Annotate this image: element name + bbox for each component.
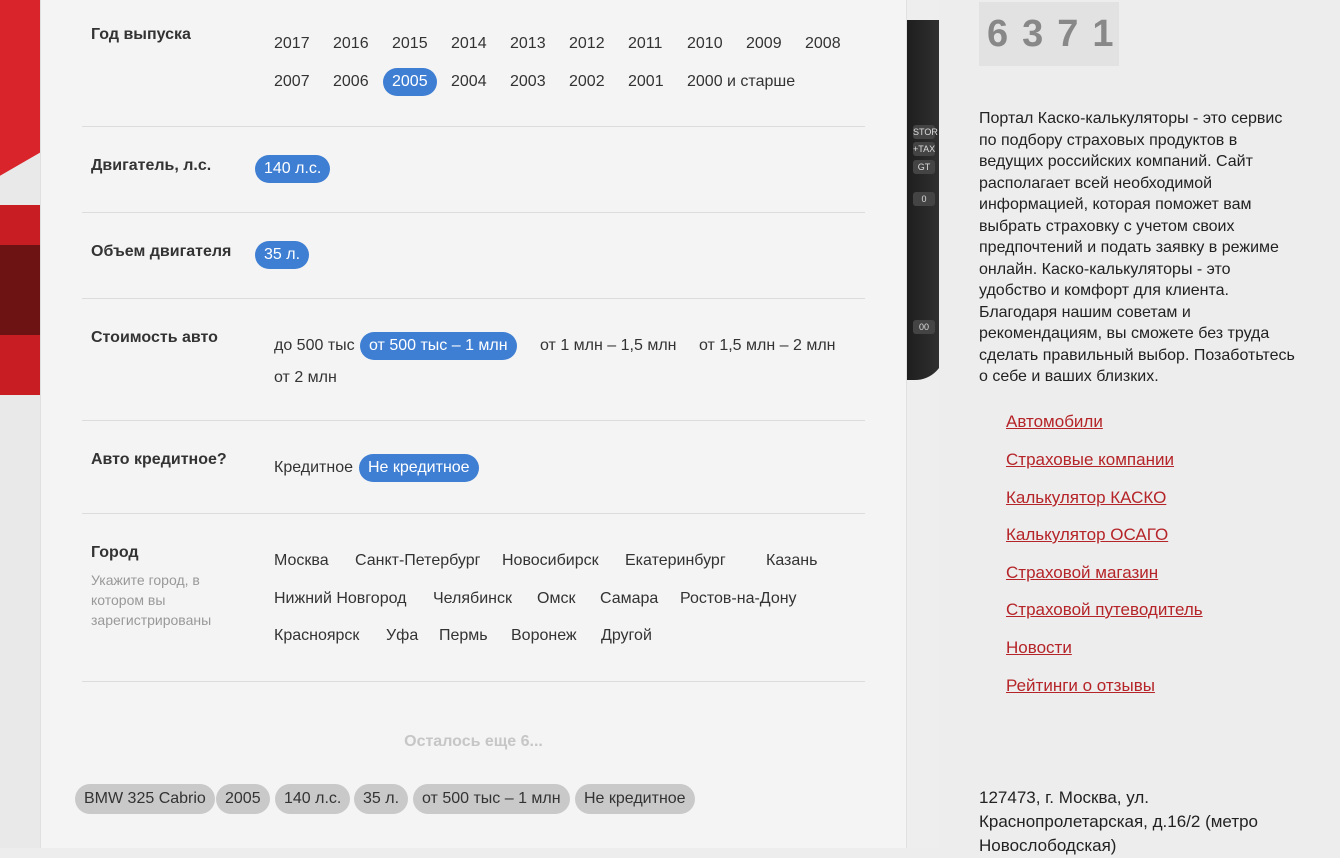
engine-power-row: Двигатель, л.с. 140 л.с. <box>82 127 865 213</box>
sidebar-link-cars[interactable]: Автомобили <box>1006 412 1103 432</box>
city-option[interactable]: Красноярск <box>265 622 368 650</box>
city-option[interactable]: Казань <box>757 547 826 575</box>
sidebar-link-kasko-calculator[interactable]: Калькулятор КАСКО <box>1006 488 1166 508</box>
year-option[interactable]: 2015 <box>383 30 437 58</box>
address-text: 127473, г. Москва, ул. Краснопролетарска… <box>979 788 1259 855</box>
year-option[interactable]: 2011 <box>619 30 671 58</box>
year-option-selected[interactable]: 2005 <box>383 68 437 96</box>
year-option[interactable]: 2008 <box>796 30 850 58</box>
price-label: Стоимость авто <box>91 329 218 346</box>
engine-volume-row: Объем двигателя 35 л. <box>82 213 865 299</box>
car-background-image <box>0 0 40 848</box>
credit-label: Авто кредитное? <box>91 451 227 468</box>
year-option[interactable]: 2007 <box>265 68 319 96</box>
year-option[interactable]: 2014 <box>442 30 496 58</box>
sidebar-link-news[interactable]: Новости <box>1006 638 1072 658</box>
sidebar-link-ratings-reviews[interactable]: Рейтинги о отзывы <box>1006 676 1155 696</box>
city-option[interactable]: Нижний Новгород <box>265 585 415 613</box>
city-option[interactable]: Москва <box>265 547 338 575</box>
engine-volume-label: Объем двигателя <box>91 243 232 260</box>
year-option[interactable]: 2004 <box>442 68 496 96</box>
calculator-background-image: STOR +TAX GT 0 00 <box>905 0 939 848</box>
year-option[interactable]: 2001 <box>619 68 673 96</box>
remaining-steps-text: Осталось еще 6... <box>404 733 543 750</box>
summary-tag[interactable]: 140 л.с. <box>275 784 351 814</box>
city-option[interactable]: Воронеж <box>502 622 586 650</box>
year-option[interactable]: 2012 <box>560 30 614 58</box>
sidebar-link-insurance-companies[interactable]: Страховые компании <box>1006 450 1174 470</box>
year-option[interactable]: 2013 <box>501 30 555 58</box>
price-option[interactable]: от 1,5 млн – 2 млн <box>690 332 844 360</box>
city-option[interactable]: Екатеринбург <box>616 547 735 575</box>
price-option[interactable]: от 2 млн <box>265 364 346 392</box>
year-label: Год выпуска <box>91 26 191 43</box>
credit-option[interactable]: Кредитное <box>265 454 362 482</box>
year-option[interactable]: 2016 <box>324 30 378 58</box>
year-row: Год выпуска 2017 2016 2015 2014 2013 201… <box>82 0 865 127</box>
year-option[interactable]: 2017 <box>265 30 319 58</box>
summary-tag[interactable]: 35 л. <box>354 784 409 814</box>
year-option[interactable]: 2000 и старше <box>678 68 804 96</box>
about-text: Портал Каско-калькуляторы - это сервис п… <box>979 110 1295 385</box>
city-row: Город Укажите город, в котором вы зареги… <box>82 514 865 682</box>
price-row: Стоимость авто до 500 тыс от 500 тыс – 1… <box>82 299 865 421</box>
summary-tag[interactable]: от 500 тыс – 1 млн <box>413 784 570 814</box>
city-option[interactable]: Новосибирск <box>493 547 608 575</box>
visitor-counter: 6371 <box>979 2 1119 66</box>
year-option[interactable]: 2003 <box>501 68 555 96</box>
sidebar-link-insurance-shop[interactable]: Страховой магазин <box>1006 563 1158 583</box>
summary-tag[interactable]: BMW 325 Cabrio <box>75 784 215 814</box>
calculator-form-panel: Год выпуска 2017 2016 2015 2014 2013 201… <box>40 0 907 848</box>
city-option[interactable]: Пермь <box>430 622 497 650</box>
city-option[interactable]: Уфа <box>377 622 427 650</box>
credit-row: Авто кредитное? Кредитное Не кредитное <box>82 421 865 514</box>
price-option-selected[interactable]: от 500 тыс – 1 млн <box>360 332 517 360</box>
summary-tag[interactable]: Не кредитное <box>575 784 695 814</box>
city-option[interactable]: Челябинск <box>424 585 521 613</box>
city-label: Город <box>91 544 139 561</box>
year-option[interactable]: 2006 <box>324 68 378 96</box>
year-option[interactable]: 2010 <box>678 30 732 58</box>
sidebar-link-insurance-guide[interactable]: Страховой путеводитель <box>1006 600 1203 620</box>
engine-volume-option-selected[interactable]: 35 л. <box>255 241 310 269</box>
city-option[interactable]: Ростов-на-Дону <box>671 585 806 613</box>
year-option[interactable]: 2009 <box>737 30 791 58</box>
city-option[interactable]: Санкт-Петербург <box>346 547 489 575</box>
engine-power-option-selected[interactable]: 140 л.с. <box>255 155 331 183</box>
year-option[interactable]: 2002 <box>560 68 614 96</box>
city-option[interactable]: Омск <box>528 585 584 613</box>
city-option[interactable]: Другой <box>592 622 661 650</box>
city-option[interactable]: Самара <box>591 585 667 613</box>
summary-tag[interactable]: 2005 <box>216 784 270 814</box>
city-hint: Укажите город, в котором вы зарегистриро… <box>91 572 212 628</box>
price-option[interactable]: от 1 млн – 1,5 млн <box>531 332 685 360</box>
credit-option-selected[interactable]: Не кредитное <box>359 454 479 482</box>
price-option[interactable]: до 500 тыс <box>265 332 364 360</box>
engine-power-label: Двигатель, л.с. <box>91 157 212 174</box>
sidebar-link-osago-calculator[interactable]: Калькулятор ОСАГО <box>1006 525 1168 545</box>
